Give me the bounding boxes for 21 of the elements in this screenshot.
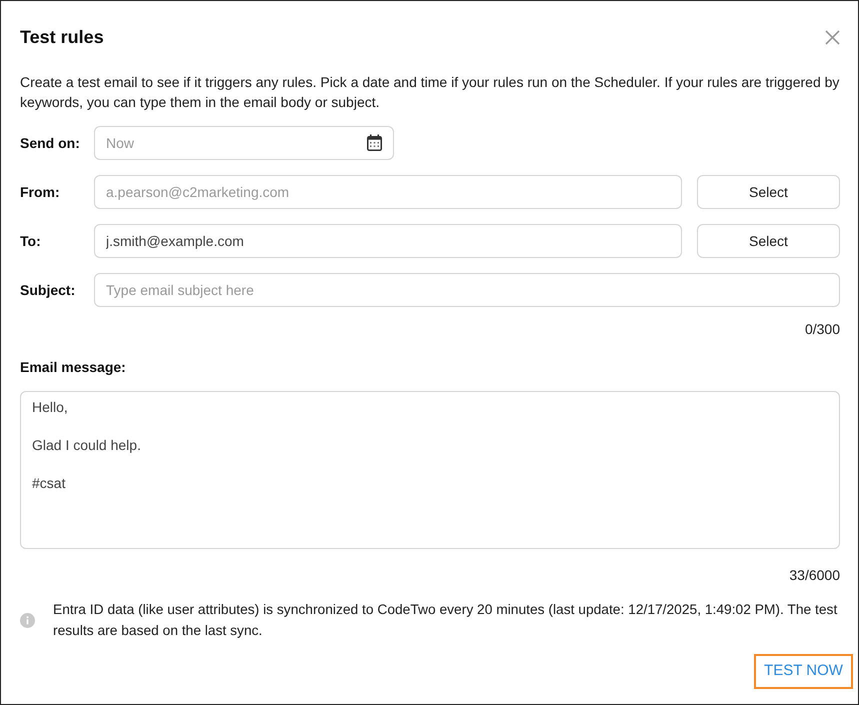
field-label: Subject: xyxy=(20,280,76,300)
dialog-title: Test rules xyxy=(20,26,104,49)
select-button[interactable]: Select xyxy=(697,224,840,258)
sync-info-text: Entra ID data (like user attributes) is synchronized to CodeTwo every 20 minutes (last update: 12/17/2025, 1:49:02 PM). The test results are based on the last sync. xyxy=(53,601,838,640)
field-label: From: xyxy=(20,182,61,202)
dialog-description: Create a test email to see if it triggers any rules. Pick a date and time if your rules run on the Scheduler. If your rules are triggered by keywords, you can type them in the email body or subject. xyxy=(20,73,840,112)
close-icon[interactable] xyxy=(825,30,840,44)
character-counter: 33/6000 xyxy=(789,567,840,583)
date-field[interactable]: Now xyxy=(94,126,394,160)
calendar-icon[interactable] xyxy=(367,134,382,151)
select-button[interactable]: Select xyxy=(697,175,840,209)
field-label: Email message: xyxy=(20,358,127,377)
character-counter: 0/300 xyxy=(804,321,840,337)
message-field[interactable]: Hello, Glad I could help. #csat xyxy=(20,391,840,549)
subject-field[interactable]: Type email subject here xyxy=(94,273,840,307)
test-now-button[interactable]: TEST NOW xyxy=(754,654,853,689)
email-field[interactable]: j.smith@example.com xyxy=(94,224,682,258)
field-label: Send on: xyxy=(20,134,81,152)
field-label: To: xyxy=(20,232,42,250)
email-field[interactable]: a.pearson@c2marketing.com xyxy=(94,175,682,209)
info-icon xyxy=(20,612,35,628)
